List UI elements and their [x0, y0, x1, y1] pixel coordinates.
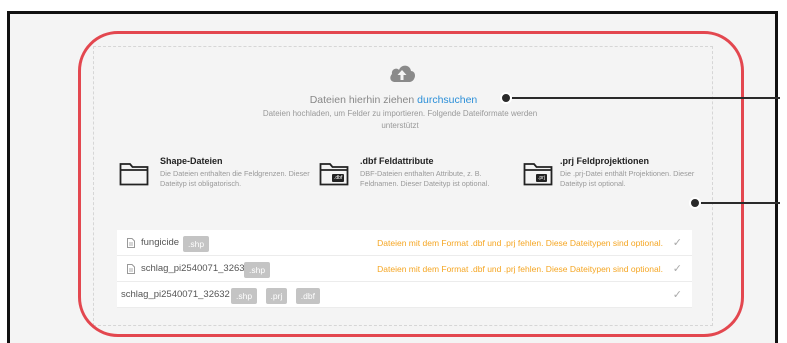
- file-type-description: Die Dateien enthalten die Feldgrenzen. D…: [160, 169, 310, 188]
- file-badges: .shp: [244, 260, 274, 278]
- file-badges: .shp .prj .dbf: [231, 286, 324, 304]
- file-icon: [127, 264, 135, 274]
- callout-dot: [500, 92, 512, 104]
- folder-prj-icon: [523, 163, 553, 186]
- callout-line: [507, 97, 780, 99]
- dbf-tag: .dbf: [332, 174, 345, 182]
- folder-dbf-icon: [319, 163, 349, 186]
- check-icon: ✓: [672, 237, 682, 249]
- file-badges: .shp: [183, 234, 213, 252]
- file-row: fungicide .shp Dateien mit dem Format .d…: [117, 230, 692, 256]
- file-icon: [127, 238, 135, 248]
- dbf-badge: .dbf: [295, 288, 320, 304]
- browse-link[interactable]: durchsuchen: [417, 94, 477, 106]
- file-type-description: DBF-Dateien enthalten Attribute, z. B. F…: [360, 169, 490, 188]
- missing-files-warning: Dateien mit dem Format .dbf und .prj feh…: [377, 264, 663, 274]
- file-row: schlag_pi2540071_32632 .shp .prj .dbf ✓: [117, 282, 692, 308]
- check-icon: ✓: [672, 263, 682, 275]
- file-name: schlag_pi2540071_3263: [141, 263, 245, 274]
- file-name: schlag_pi2540071_32632: [121, 289, 230, 300]
- shp-badge: .shp: [231, 288, 258, 304]
- cloud-upload-icon: [390, 65, 415, 82]
- missing-files-warning: Dateien mit dem Format .dbf und .prj feh…: [377, 238, 663, 248]
- file-type-title: Shape-Dateien: [160, 156, 223, 166]
- file-name: fungicide: [141, 237, 180, 248]
- prj-tag: .prj: [536, 174, 547, 182]
- file-type-title: .prj Feldprojektionen: [560, 156, 650, 166]
- folder-icon: [119, 163, 149, 186]
- prj-badge: .prj: [265, 288, 288, 304]
- file-type-description: Die .prj-Datei enthält Projektionen. Die…: [560, 169, 695, 188]
- check-icon: ✓: [672, 289, 682, 301]
- supported-formats-text: Dateien hochladen, um Felder zu importie…: [262, 109, 538, 130]
- shp-badge: .shp: [244, 262, 271, 278]
- drop-instruction: Dateien hierhin ziehen durchsuchen: [0, 94, 787, 106]
- callout-line: [697, 202, 780, 204]
- file-type-title: .dbf Feldattribute: [360, 156, 434, 166]
- drag-text: Dateien hierhin ziehen: [309, 94, 415, 106]
- uploaded-files-list: fungicide .shp Dateien mit dem Format .d…: [117, 230, 692, 308]
- callout-dot: [689, 197, 701, 209]
- file-row: schlag_pi2540071_3263 .shp Dateien mit d…: [117, 256, 692, 282]
- shp-badge: .shp: [183, 236, 210, 252]
